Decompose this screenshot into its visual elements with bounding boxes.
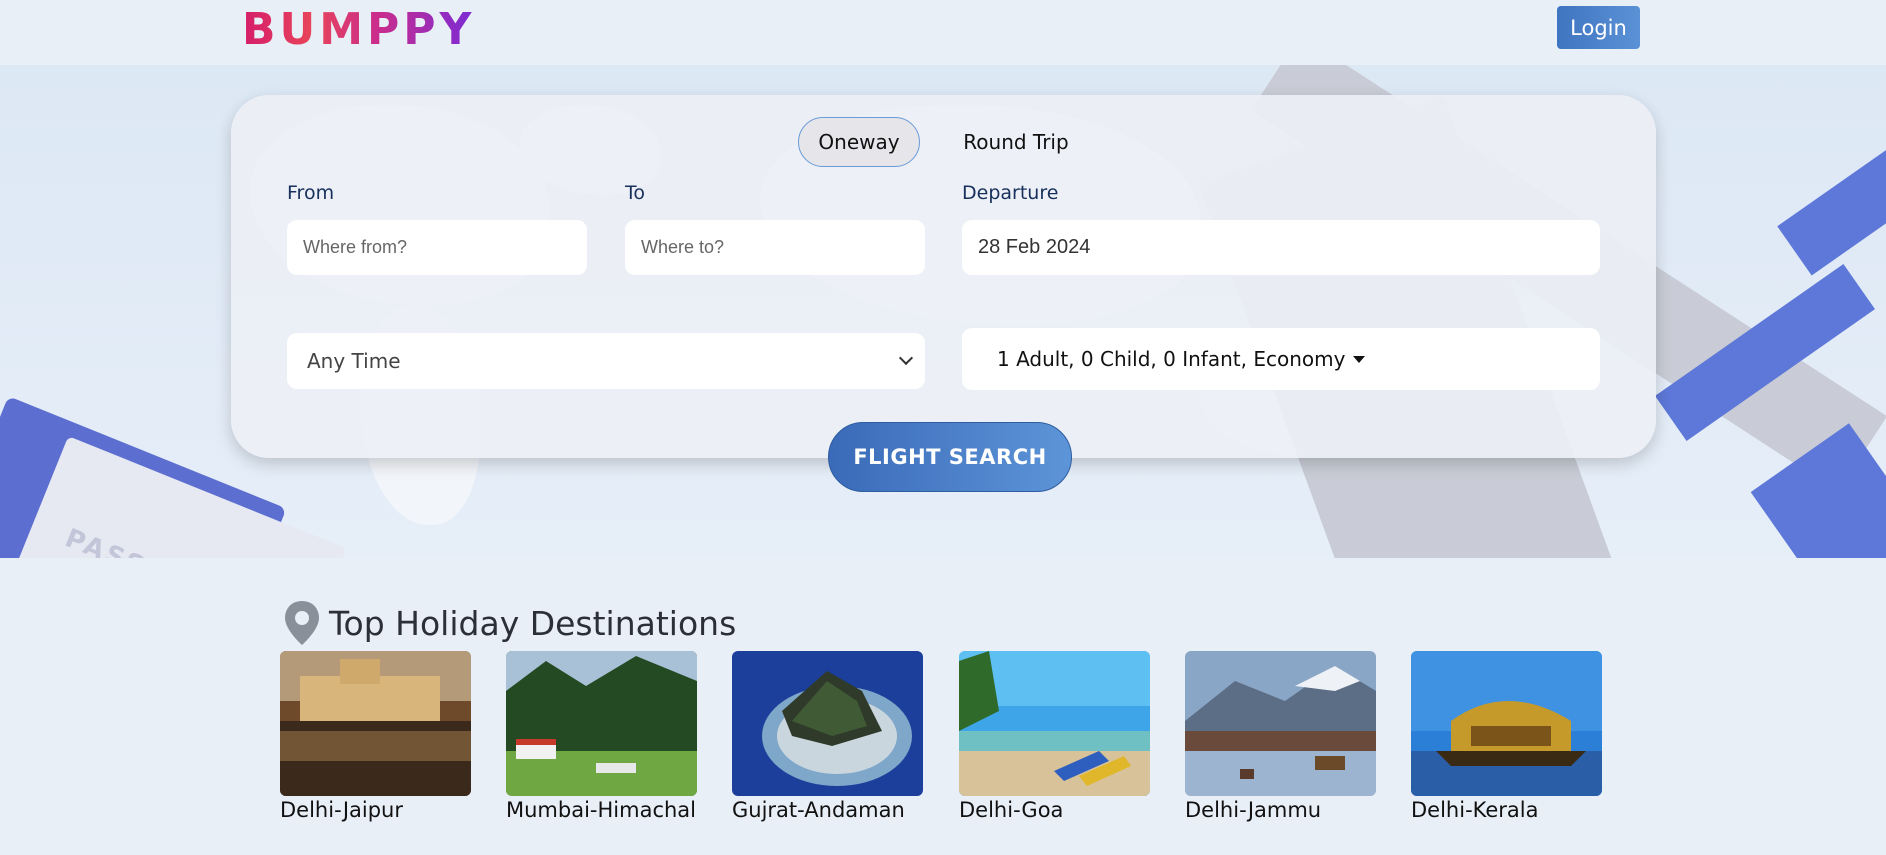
jaipur-photo-illustration bbox=[280, 651, 471, 796]
departure-time-value: Any Time bbox=[307, 349, 401, 373]
goa-photo-illustration bbox=[959, 651, 1150, 796]
departure-time-select[interactable]: Any Time bbox=[287, 333, 925, 389]
bumppy-logo[interactable]: BUMPPY bbox=[242, 6, 475, 54]
destination-card[interactable]: Delhi-Goa bbox=[959, 651, 1150, 822]
destination-card[interactable]: Gujrat-Andaman bbox=[732, 651, 923, 822]
destination-card[interactable]: Delhi-Kerala bbox=[1411, 651, 1602, 822]
flight-search-button[interactable]: FLIGHT SEARCH bbox=[828, 422, 1072, 492]
destination-name: Gujrat-Andaman bbox=[732, 798, 905, 822]
departure-date-input[interactable] bbox=[962, 220, 1600, 275]
passengers-class-dropdown[interactable]: 1 Adult, 0 Child, 0 Infant, Economy bbox=[962, 328, 1600, 390]
login-button[interactable]: Login bbox=[1557, 6, 1640, 49]
from-label: From bbox=[287, 182, 335, 204]
caret-down-icon bbox=[1353, 355, 1366, 363]
to-input[interactable] bbox=[625, 220, 925, 275]
plane-blue-stripe bbox=[1777, 134, 1886, 276]
tab-round-trip[interactable]: Round Trip bbox=[955, 117, 1077, 167]
destinations-title: Top Holiday Destinations bbox=[329, 603, 737, 643]
departure-label: Departure bbox=[962, 182, 1059, 204]
andaman-photo-illustration bbox=[732, 651, 923, 796]
destination-name: Delhi-Jammu bbox=[1185, 798, 1322, 822]
destination-image-jaipur bbox=[280, 651, 471, 796]
flight-search-card bbox=[231, 95, 1656, 458]
to-label: To bbox=[625, 182, 646, 204]
from-input[interactable] bbox=[287, 220, 587, 275]
destination-image-andaman bbox=[732, 651, 923, 796]
destination-card[interactable]: Delhi-Jammu bbox=[1185, 651, 1376, 822]
destination-name: Mumbai-Himachal bbox=[506, 798, 697, 822]
tab-oneway[interactable]: Oneway bbox=[798, 117, 920, 167]
destination-card[interactable]: Mumbai-Himachal bbox=[506, 651, 697, 822]
himachal-photo-illustration bbox=[506, 651, 697, 796]
destination-name: Delhi-Jaipur bbox=[280, 798, 403, 822]
location-pin-icon bbox=[285, 601, 319, 645]
destination-name: Delhi-Goa bbox=[959, 798, 1064, 822]
destinations-heading: Top Holiday Destinations bbox=[283, 600, 736, 646]
destination-image-kerala bbox=[1411, 651, 1602, 796]
chevron-down-icon bbox=[898, 350, 914, 366]
passengers-class-value: 1 Adult, 0 Child, 0 Infant, Economy bbox=[997, 347, 1346, 371]
top-header: BUMPPY Login bbox=[0, 0, 1886, 64]
destination-image-himachal bbox=[506, 651, 697, 796]
destination-card[interactable]: Delhi-Jaipur bbox=[280, 651, 471, 822]
destination-image-jammu bbox=[1185, 651, 1376, 796]
jammu-photo-illustration bbox=[1185, 651, 1376, 796]
kerala-photo-illustration bbox=[1411, 651, 1602, 796]
destination-name: Delhi-Kerala bbox=[1411, 798, 1539, 822]
destination-image-goa bbox=[959, 651, 1150, 796]
